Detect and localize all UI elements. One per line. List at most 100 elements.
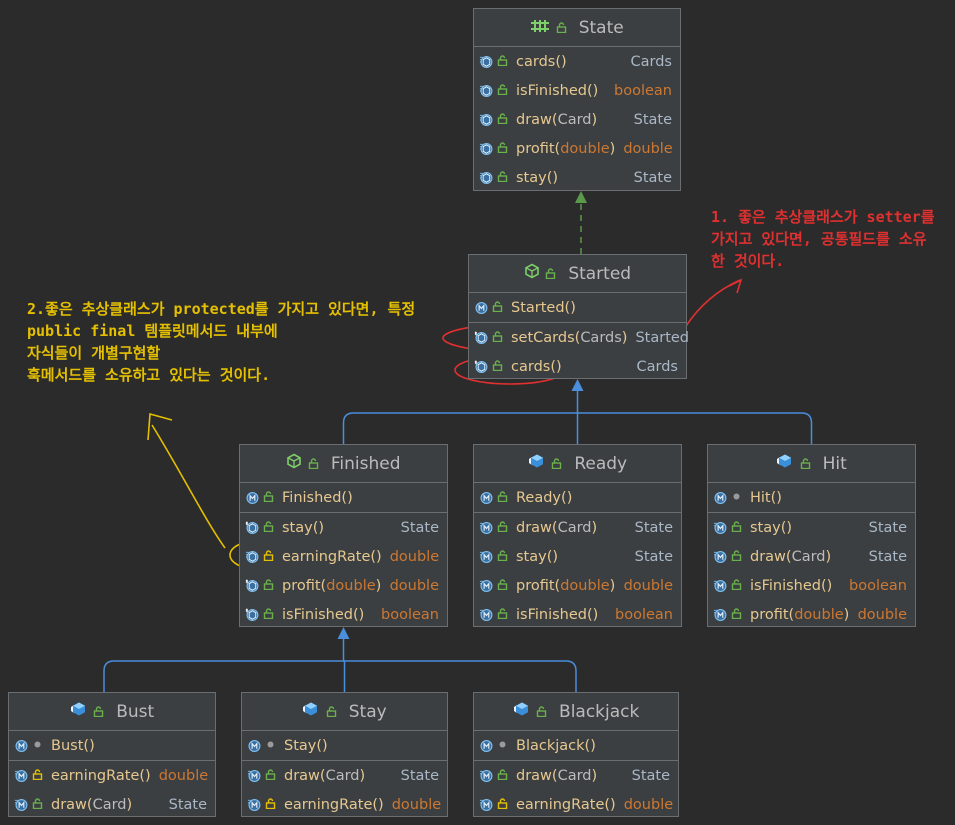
method-row[interactable]: earningRate() double: [474, 790, 678, 819]
method-icon: [479, 768, 516, 783]
class-name: Stay: [348, 701, 387, 722]
method-row[interactable]: stay() State: [474, 542, 681, 571]
method-icon: [474, 300, 511, 315]
return-type: double: [389, 548, 440, 565]
constructor-row[interactable]: Blackjack(): [474, 731, 678, 761]
constructor-row[interactable]: Started(): [469, 293, 686, 323]
method-signature: earningRate(): [516, 796, 616, 813]
return-type: State: [634, 519, 673, 536]
method-row[interactable]: stay() State: [474, 163, 680, 192]
method-icon: [479, 739, 516, 753]
return-type: State: [868, 548, 907, 565]
class-node-blackjack[interactable]: Blackjack Blackjack() draw(Card) State earni…: [473, 692, 679, 817]
method-row[interactable]: profit(double) double: [474, 571, 681, 600]
class-header: Bust: [9, 693, 215, 731]
method-name: profit: [282, 577, 321, 594]
class-name: Ready: [574, 453, 628, 474]
method-row[interactable]: draw(Card) State: [9, 790, 215, 819]
method-name: draw: [516, 767, 552, 784]
method-name: Ready: [516, 489, 562, 506]
class-node-bust[interactable]: Bust Bust() earningRate() double draw(Card) S…: [8, 692, 216, 817]
method-row[interactable]: stay() State: [240, 513, 447, 542]
method-row[interactable]: earningRate() double: [242, 790, 447, 819]
method-row[interactable]: draw(Card) State: [242, 761, 447, 790]
method-signature: Blackjack(): [516, 737, 596, 754]
class-node-started[interactable]: Started Started() setCards(Cards) Started ca…: [468, 254, 689, 381]
method-row[interactable]: setCards(Cards) Started: [469, 323, 689, 352]
method-signature: stay(): [516, 169, 559, 186]
method-signature: Ready(): [516, 489, 573, 506]
red-arrow: [685, 279, 741, 327]
interface-icon: [530, 18, 566, 38]
method-row[interactable]: profit(double) double: [240, 571, 447, 600]
constructor-row[interactable]: Bust(): [9, 731, 215, 761]
method-row[interactable]: earningRate() double: [240, 542, 447, 571]
method-icon: [713, 520, 750, 535]
return-type: State: [400, 519, 439, 536]
yellow-arrow: [151, 424, 226, 549]
method-name: earningRate: [51, 767, 140, 784]
constructor-row[interactable]: Hit(): [708, 483, 915, 513]
method-row[interactable]: isFinished() boolean: [474, 600, 681, 629]
class-node-hit[interactable]: Hit Hit() stay() State draw(Card) State isFini…: [707, 444, 916, 627]
method-signature: earningRate(): [51, 767, 151, 784]
method-signature: Started(): [511, 299, 576, 316]
return-type: State: [633, 111, 672, 128]
method-name: draw: [284, 767, 320, 784]
return-type: double: [158, 767, 209, 784]
method-name: isFinished: [516, 606, 587, 623]
final-class-icon: [302, 701, 336, 722]
class-name: State: [578, 17, 624, 38]
method-icon: [247, 768, 284, 783]
return-type: State: [633, 169, 672, 186]
method-signature: cards(): [516, 53, 567, 70]
method-row[interactable]: earningRate() double: [9, 761, 215, 790]
method-row[interactable]: isFinished() boolean: [708, 571, 915, 600]
method-params: Card: [325, 767, 360, 784]
method-params: Card: [557, 111, 592, 128]
method-params: double: [560, 140, 610, 157]
constructor-row[interactable]: Finished(): [240, 483, 447, 513]
class-node-finished[interactable]: Finished Finished() stay() State earningRate…: [239, 444, 448, 627]
method-signature: Hit(): [750, 489, 782, 506]
method-row[interactable]: cards() Cards: [474, 47, 680, 76]
class-node-state[interactable]: State cards() Cards isFinished() boolean draw…: [473, 8, 681, 191]
method-row[interactable]: profit(double) double: [474, 134, 680, 163]
method-icon: [474, 330, 511, 345]
implements-arrowhead: [575, 191, 587, 203]
final-class-icon: [513, 701, 547, 722]
return-type: double: [389, 577, 439, 594]
method-signature: isFinished(): [516, 606, 599, 623]
method-row[interactable]: draw(Card) State: [474, 105, 680, 134]
method-name: earningRate: [516, 796, 605, 813]
method-row[interactable]: draw(Card) State: [474, 761, 678, 790]
method-params: double: [794, 606, 844, 623]
method-name: stay: [282, 519, 313, 536]
constructor-row[interactable]: Ready(): [474, 483, 681, 513]
method-name: Stay: [284, 737, 317, 754]
method-name: draw: [516, 519, 552, 536]
method-name: draw: [750, 548, 786, 565]
method-params: Card: [557, 519, 592, 536]
method-row[interactable]: draw(Card) State: [708, 542, 915, 571]
class-node-stay[interactable]: Stay Stay() draw(Card) State earningRate() do…: [241, 692, 448, 817]
method-signature: draw(Card): [284, 767, 366, 784]
method-row[interactable]: stay() State: [708, 513, 915, 542]
method-signature: isFinished(): [282, 606, 365, 623]
method-row[interactable]: draw(Card) State: [474, 513, 681, 542]
class-header: Stay: [242, 693, 447, 731]
class-node-ready[interactable]: Ready Ready() draw(Card) State stay() State pr…: [473, 444, 682, 627]
method-signature: earningRate(): [284, 796, 384, 813]
method-name: stay: [750, 519, 781, 536]
method-row[interactable]: isFinished() boolean: [474, 76, 680, 105]
method-row[interactable]: profit(double) double: [708, 600, 915, 629]
final-class-icon: [528, 453, 562, 474]
method-name: profit: [750, 606, 789, 623]
constructor-row[interactable]: Stay(): [242, 731, 447, 761]
method-params: double: [326, 577, 376, 594]
method-signature: draw(Card): [516, 111, 598, 128]
method-icon: [479, 549, 516, 564]
method-icon: [474, 359, 511, 374]
method-row[interactable]: cards() Cards: [469, 352, 686, 381]
method-row[interactable]: isFinished() boolean: [240, 600, 447, 629]
